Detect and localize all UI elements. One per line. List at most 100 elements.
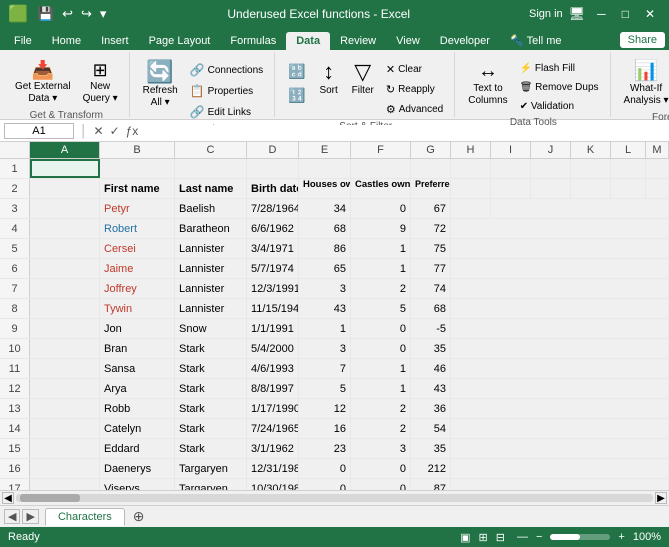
edit-links-button[interactable]: 🔗 Edit Links [185,102,269,122]
col-header-g[interactable]: G [411,142,451,158]
add-sheet-button[interactable]: ⊕ [127,507,151,526]
cell-b17[interactable]: Viserys [100,479,175,490]
cell-d7[interactable]: 12/3/1991 [247,279,299,298]
cell-a14[interactable] [30,419,100,438]
cell-b13[interactable]: Robb [100,399,175,418]
refresh-all-button[interactable]: 🔄 RefreshAll ▾ [138,58,183,112]
cell-c13[interactable]: Stark [175,399,247,418]
col-header-i[interactable]: I [491,142,531,158]
col-header-e[interactable]: E [299,142,351,158]
cell-c2[interactable]: Last name [175,179,247,198]
cell-a16[interactable] [30,459,100,478]
cell-j1[interactable] [531,159,571,178]
cell-g9[interactable]: -5 [411,319,451,338]
cell-a6[interactable] [30,259,100,278]
share-button[interactable]: Share [620,32,665,48]
h-scroll-thumb[interactable] [20,494,80,502]
cell-rest14[interactable] [451,419,669,438]
cell-m2[interactable] [646,179,669,198]
cell-f1[interactable] [351,159,411,178]
cell-a7[interactable] [30,279,100,298]
cell-d13[interactable]: 1/17/1990 [247,399,299,418]
cell-d3[interactable]: 7/28/1964 [247,199,299,218]
tab-formulas[interactable]: Formulas [220,32,286,50]
cell-b2[interactable]: First name [100,179,175,198]
page-layout-icon[interactable]: ⊞ [479,531,488,544]
tab-insert[interactable]: Insert [91,32,139,50]
cell-g13[interactable]: 36 [411,399,451,418]
cell-b15[interactable]: Eddard [100,439,175,458]
cell-f13[interactable]: 2 [351,399,411,418]
cell-h1[interactable] [451,159,491,178]
cell-h3[interactable] [451,199,491,218]
tab-file[interactable]: File [4,32,42,50]
cell-d16[interactable]: 12/31/1988 [247,459,299,478]
what-if-button[interactable]: 📊 What-IfAnalysis ▾ [619,58,669,110]
cell-e1[interactable] [299,159,351,178]
cell-a3[interactable] [30,199,100,218]
minimize-button[interactable]: ─ [591,5,612,23]
cell-e4[interactable]: 68 [299,219,351,238]
cell-d2[interactable]: Birth date [247,179,299,198]
cell-a5[interactable] [30,239,100,258]
cell-d9[interactable]: 1/1/1991 [247,319,299,338]
tab-tell-me[interactable]: 🔦 Tell me [500,31,572,50]
cell-d4[interactable]: 6/6/1962 [247,219,299,238]
cell-b6[interactable]: Jaime [100,259,175,278]
cell-e16[interactable]: 0 [299,459,351,478]
sheet-tab-characters[interactable]: Characters [45,508,125,526]
cell-c14[interactable]: Stark [175,419,247,438]
cell-d10[interactable]: 5/4/2000 [247,339,299,358]
cell-c7[interactable]: Lannister [175,279,247,298]
cell-i1[interactable] [491,159,531,178]
cell-c12[interactable]: Stark [175,379,247,398]
scroll-right[interactable]: ▶ [655,492,667,504]
cell-g16[interactable]: 212 [411,459,451,478]
sort-button[interactable]: ↕ Sort [313,58,345,99]
cell-e6[interactable]: 65 [299,259,351,278]
cell-f6[interactable]: 1 [351,259,411,278]
cell-b4[interactable]: Robert [100,219,175,238]
cell-a13[interactable] [30,399,100,418]
sort-az-button[interactable]: 🔡 [283,60,310,83]
cell-b7[interactable]: Joffrey [100,279,175,298]
cell-d12[interactable]: 8/8/1997 [247,379,299,398]
zoom-in-button[interactable]: + [618,531,624,543]
cell-a12[interactable] [30,379,100,398]
cell-b9[interactable]: Jon [100,319,175,338]
cell-f2[interactable]: Castles owned [351,179,411,198]
cell-b14[interactable]: Catelyn [100,419,175,438]
cell-e13[interactable]: 12 [299,399,351,418]
cell-b16[interactable]: Daenerys [100,459,175,478]
cell-rest11[interactable] [451,359,669,378]
col-header-d[interactable]: D [247,142,299,158]
remove-dups-button[interactable]: 🗑 Remove Dups [515,79,604,96]
cell-f12[interactable]: 1 [351,379,411,398]
redo-button[interactable]: ↪ [79,6,94,22]
tab-review[interactable]: Review [330,32,386,50]
flash-fill-button[interactable]: ⚡ Flash Fill [515,60,604,77]
col-header-h[interactable]: H [451,142,491,158]
cell-h2[interactable] [451,179,491,198]
cell-c4[interactable]: Baratheon [175,219,247,238]
cell-g4[interactable]: 72 [411,219,451,238]
cell-m1[interactable] [646,159,669,178]
customize-quick-access[interactable]: ▾ [98,6,109,22]
filter-button[interactable]: ▽ Filter [347,58,379,99]
cell-b11[interactable]: Sansa [100,359,175,378]
cell-d14[interactable]: 7/24/1965 [247,419,299,438]
confirm-formula-icon[interactable]: ✓ [110,124,120,138]
cell-d8[interactable]: 11/15/1945 [247,299,299,318]
scroll-sheets-right[interactable]: ▶ [22,509,38,524]
col-header-j[interactable]: J [531,142,571,158]
cell-b5[interactable]: Cersei [100,239,175,258]
normal-view-icon[interactable]: ▣ [460,531,470,544]
cell-g14[interactable]: 54 [411,419,451,438]
col-header-l[interactable]: L [611,142,646,158]
insert-function-icon[interactable]: ƒx [126,124,139,138]
cell-e15[interactable]: 23 [299,439,351,458]
cell-f8[interactable]: 5 [351,299,411,318]
cell-f9[interactable]: 0 [351,319,411,338]
cell-c11[interactable]: Stark [175,359,247,378]
cell-f5[interactable]: 1 [351,239,411,258]
